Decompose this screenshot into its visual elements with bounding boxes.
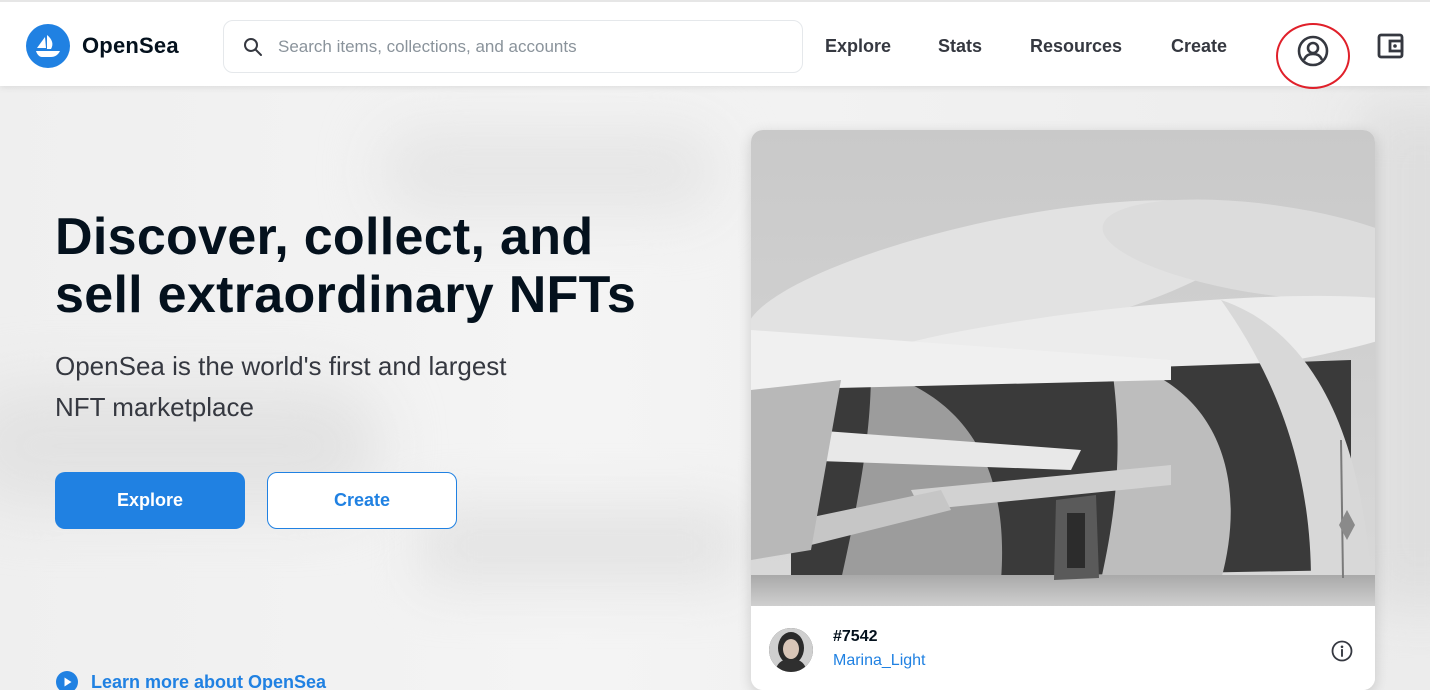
- nft-name: #7542: [833, 628, 878, 645]
- featured-nft-image: [751, 130, 1375, 606]
- explore-button[interactable]: Explore: [55, 472, 245, 529]
- create-button[interactable]: Create: [267, 472, 457, 529]
- learn-more-link[interactable]: Learn more about OpenSea: [56, 671, 326, 690]
- card-footer: #7542 Marina_Light: [751, 606, 1375, 690]
- opensea-logo[interactable]: OpenSea: [26, 24, 179, 68]
- account-circle-icon: [1297, 35, 1329, 67]
- hero-section: Discover, collect, and sell extraordinar…: [0, 86, 1430, 690]
- nav-stats[interactable]: Stats: [938, 33, 982, 59]
- brand-name: OpenSea: [82, 33, 179, 58]
- background-blur: [380, 126, 720, 216]
- play-circle-icon: [56, 671, 78, 690]
- search-icon: [242, 36, 264, 58]
- opensea-boat-logo-icon: [26, 24, 70, 68]
- hero-title: Discover, collect, and sell extraordinar…: [55, 208, 637, 324]
- account-button[interactable]: [1276, 23, 1350, 89]
- info-icon[interactable]: [1331, 640, 1353, 662]
- search-input[interactable]: [278, 36, 778, 57]
- wallet-icon[interactable]: [1374, 29, 1408, 63]
- top-nav-bar: OpenSea Explore Stats Resources Create: [0, 0, 1430, 89]
- nav-resources[interactable]: Resources: [1030, 33, 1122, 59]
- nav-explore[interactable]: Explore: [825, 33, 891, 59]
- creator-link[interactable]: Marina_Light: [833, 652, 926, 670]
- creator-avatar[interactable]: [769, 628, 813, 672]
- background-blur: [420, 506, 740, 586]
- featured-nft-card[interactable]: #7542 Marina_Light: [751, 130, 1375, 690]
- learn-more-text: Learn more about OpenSea: [91, 671, 327, 690]
- search-bar[interactable]: [223, 20, 803, 73]
- nav-create[interactable]: Create: [1171, 33, 1227, 59]
- hero-subtitle: OpenSea is the world's first and largest…: [55, 351, 507, 422]
